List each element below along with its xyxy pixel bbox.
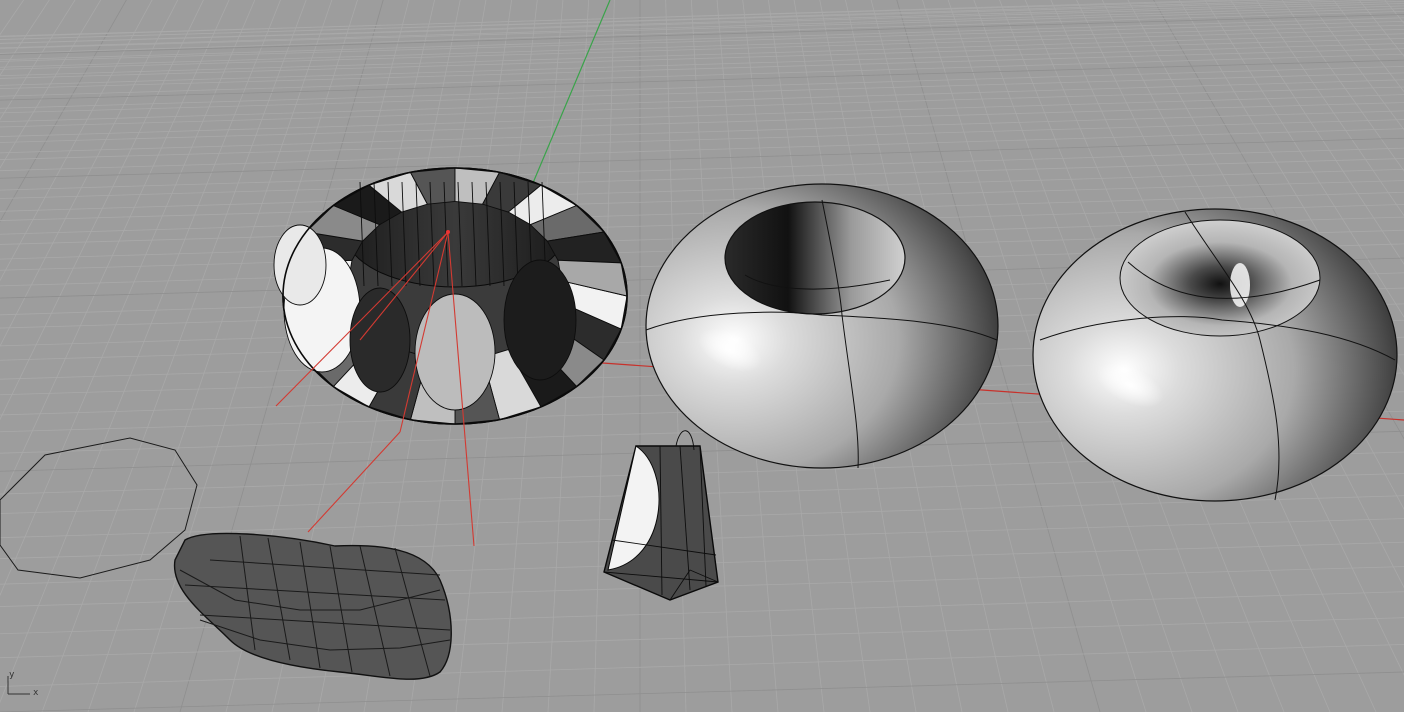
horn-torus[interactable] (1032, 208, 1398, 502)
axis-widget-x-label: x (33, 688, 39, 698)
faceted-wedge[interactable] (603, 430, 719, 601)
perspective-viewport[interactable]: y x (0, 0, 1404, 712)
scene-canvas[interactable] (0, 0, 1404, 712)
decagon-curve[interactable] (0, 437, 198, 579)
axis-widget-y-label: y (9, 670, 15, 680)
selection-point[interactable] (446, 230, 450, 234)
torus[interactable] (645, 183, 999, 469)
flat-blob[interactable] (173, 532, 452, 680)
